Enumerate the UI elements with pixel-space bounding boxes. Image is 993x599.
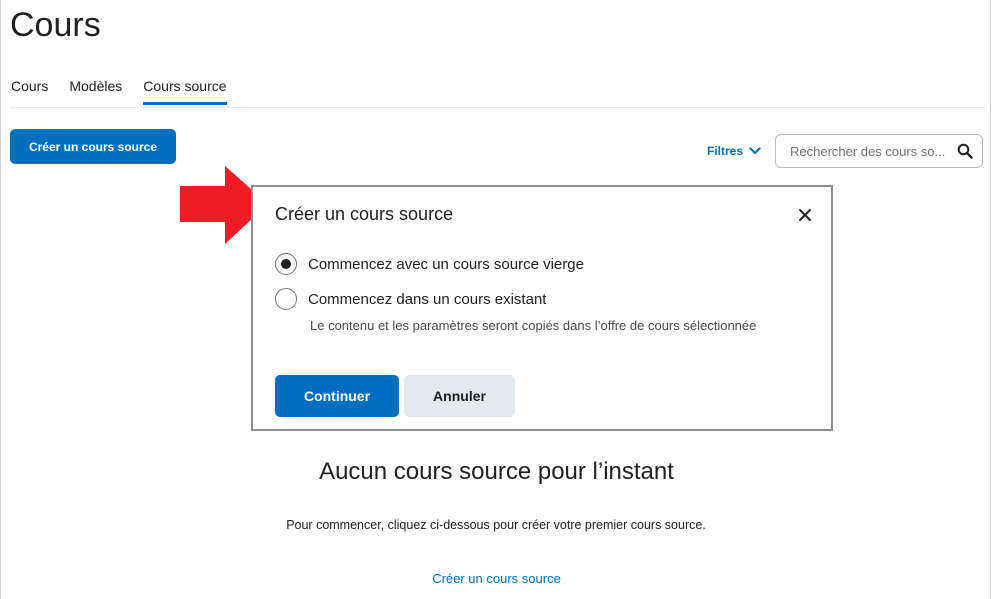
chevron-down-icon — [749, 147, 761, 155]
empty-state-title: Aucun cours source pour l’instant — [319, 458, 674, 485]
filters-button[interactable]: Filtres — [707, 144, 761, 158]
empty-state-create-link[interactable]: Créer un cours source — [0, 571, 993, 586]
tab-modeles[interactable]: Modèles — [69, 78, 122, 105]
filters-label: Filtres — [707, 144, 744, 158]
create-source-course-dialog: Créer un cours source Commencez avec un … — [251, 185, 833, 431]
close-icon[interactable] — [795, 205, 815, 225]
option-label: Commencez dans un cours existant — [308, 290, 547, 308]
empty-state-text: Pour commencer, cliquez ci-dessous pour … — [286, 518, 706, 532]
radio-button[interactable] — [275, 288, 297, 310]
option-blank-course[interactable]: Commencez avec un cours source vierge — [275, 253, 584, 275]
radio-button-checked[interactable] — [275, 253, 297, 275]
create-source-course-button[interactable]: Créer un cours source — [10, 129, 176, 164]
option-helper-text: Le contenu et les paramètres seront copi… — [310, 318, 757, 333]
tabs-divider — [10, 107, 985, 108]
option-existing-course[interactable]: Commencez dans un cours existant — [275, 288, 546, 310]
continue-button[interactable]: Continuer — [275, 375, 399, 417]
search-input[interactable] — [788, 142, 956, 160]
search-box — [775, 134, 983, 168]
tab-cours[interactable]: Cours — [11, 78, 48, 105]
dialog-title: Créer un cours source — [275, 204, 454, 224]
cancel-button[interactable]: Annuler — [404, 375, 515, 417]
search-icon[interactable] — [956, 142, 974, 160]
tab-bar: Cours Modèles Cours source — [11, 78, 227, 105]
option-label: Commencez avec un cours source vierge — [308, 255, 584, 273]
page-title: Cours — [10, 6, 101, 44]
tab-cours-source[interactable]: Cours source — [143, 78, 227, 105]
